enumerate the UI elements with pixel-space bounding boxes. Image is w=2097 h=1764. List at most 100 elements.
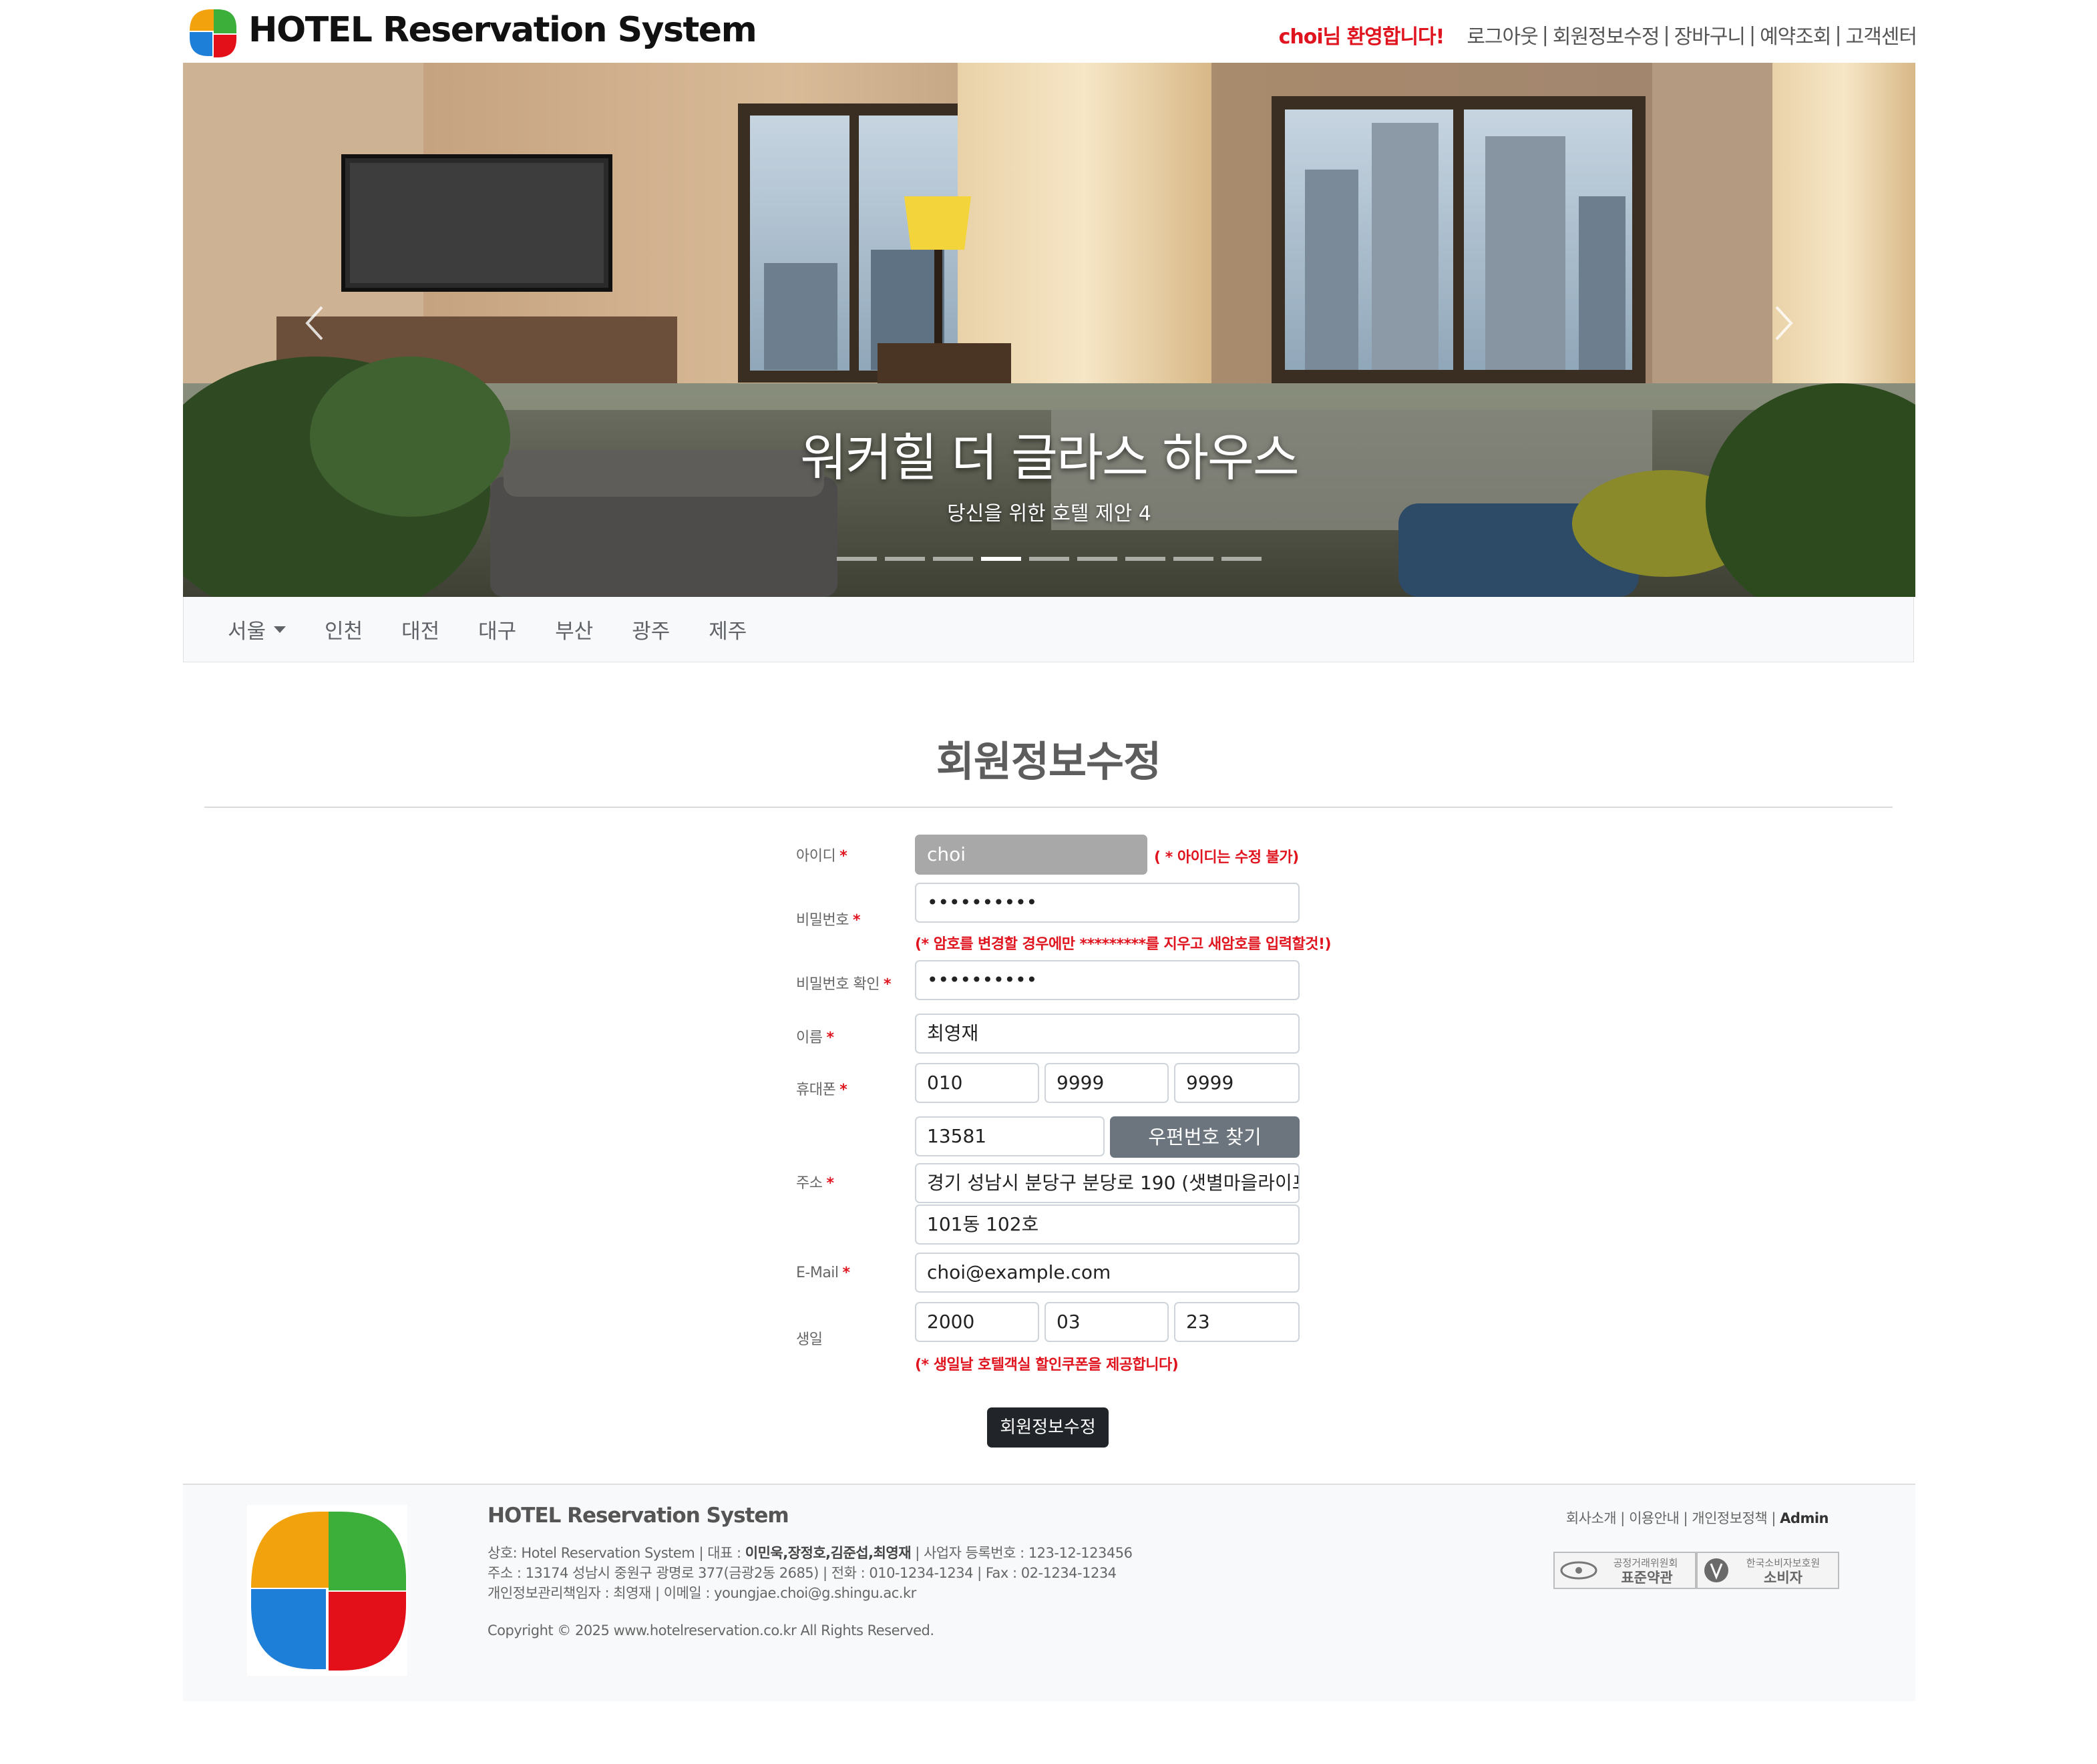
required-mark: * xyxy=(826,1030,834,1046)
customer-center-link[interactable]: 고객센터 xyxy=(1846,20,1917,49)
carousel-indicator[interactable] xyxy=(981,557,1021,561)
id-label: 아이디 * xyxy=(796,844,847,865)
carousel-indicator[interactable] xyxy=(837,557,877,561)
footer-copyright: Copyright © 2025 www.hotelreservation.co… xyxy=(488,1622,934,1638)
name-field[interactable]: 최영재 xyxy=(915,1014,1300,1054)
separator: | xyxy=(1683,1510,1692,1526)
address-label: 주소 * xyxy=(796,1171,834,1192)
zipcode-field[interactable]: 13581 xyxy=(915,1116,1105,1156)
city-menu-daegu[interactable]: 대구 xyxy=(478,614,516,644)
city-menu-jeju[interactable]: 제주 xyxy=(709,614,747,644)
badge-fairtrade-top: 공정거래위원회 xyxy=(1613,1557,1678,1569)
city-label: 서울 xyxy=(228,620,266,644)
city-menu-seoul[interactable]: 서울 xyxy=(228,614,287,644)
carousel-indicator[interactable] xyxy=(1125,557,1165,561)
address-detail-field[interactable]: 101동 102호 xyxy=(915,1204,1300,1245)
id-note: ( * 아이디는 수정 불가) xyxy=(1154,849,1299,866)
reservation-lookup-link[interactable]: 예약조회 xyxy=(1760,20,1831,49)
phone-label: 휴대폰 * xyxy=(796,1078,847,1099)
site-title[interactable]: HOTEL Reservation System xyxy=(248,7,757,53)
badge-fairtrade-bottom: 표준약관 xyxy=(1621,1570,1672,1586)
site-logo[interactable] xyxy=(184,4,242,61)
footer-privacy-officer: 개인정보관리책임자 : 최영재 | 이메일 : youngjae.choi@g.… xyxy=(488,1585,916,1601)
find-zipcode-button[interactable]: 우편번호 찾기 xyxy=(1110,1116,1300,1158)
carousel-indicator[interactable] xyxy=(1173,557,1213,561)
city-navbar: 서울 인천 대전 대구 부산 광주 제주 xyxy=(183,597,1914,662)
footer-business-info: 상호: Hotel Reservation System | 대표 : 이민욱,… xyxy=(488,1542,1133,1562)
privacy-policy-link[interactable]: 개인정보정책 xyxy=(1692,1510,1767,1526)
label-text: 비밀번호 xyxy=(796,912,849,929)
admin-link[interactable]: Admin xyxy=(1780,1510,1829,1526)
label-text: 주소 xyxy=(796,1175,823,1192)
usage-guide-link[interactable]: 이용안내 xyxy=(1629,1510,1680,1526)
welcome-message: choi님 환영합니다! xyxy=(1278,25,1445,49)
password-confirm-field[interactable]: •••••••••• xyxy=(915,960,1300,1000)
page-title: 회원정보수정 xyxy=(936,737,1161,786)
carousel-indicator[interactable] xyxy=(885,557,925,561)
separator: | xyxy=(1835,23,1842,47)
password-label: 비밀번호 * xyxy=(796,908,860,929)
top-navigation: choi님 환영합니다! 로그아웃 | 회원정보수정 | 장바구니 | 예약조회… xyxy=(1279,20,1917,49)
password-confirm-label: 비밀번호 확인 * xyxy=(796,972,891,994)
required-mark: * xyxy=(826,1175,834,1192)
cart-link[interactable]: 장바구니 xyxy=(1674,20,1746,49)
carousel-indicator[interactable] xyxy=(933,557,973,561)
separator: | xyxy=(1771,1510,1780,1526)
company-intro-link[interactable]: 회사소개 xyxy=(1566,1510,1617,1526)
carousel-next-icon[interactable] xyxy=(1770,303,1796,343)
birth-day-field[interactable]: 23 xyxy=(1174,1302,1300,1342)
footer-representatives: 이민욱,장정호,김준섭,최영재 xyxy=(745,1545,912,1561)
email-label: E-Mail * xyxy=(796,1265,850,1281)
birthday-note: (* 생일날 호텔객실 할인쿠폰을 제공합니다) xyxy=(915,1357,1179,1373)
separator: | xyxy=(1663,23,1670,47)
id-field: choi xyxy=(915,835,1147,875)
separator: | xyxy=(1541,23,1549,47)
city-menu-gwangju[interactable]: 광주 xyxy=(632,614,670,644)
edit-profile-link[interactable]: 회원정보수정 xyxy=(1553,20,1660,49)
separator: | xyxy=(1748,23,1756,47)
carousel-indicator[interactable] xyxy=(1029,557,1069,561)
label-text: 비밀번호 확인 xyxy=(796,976,880,993)
carousel-prev-icon[interactable] xyxy=(302,303,329,343)
separator: | xyxy=(1620,1510,1630,1526)
name-label: 이름 * xyxy=(796,1026,834,1047)
carousel-indicator[interactable] xyxy=(1077,557,1117,561)
certification-badges: 공정거래위원회 표준약관 한국소비자보호원 소비자 xyxy=(1553,1552,1839,1589)
caret-down-icon xyxy=(274,626,287,633)
logout-link[interactable]: 로그아웃 xyxy=(1467,20,1538,49)
birth-month-field[interactable]: 03 xyxy=(1044,1302,1169,1342)
footer-links: 회사소개 | 이용안내 | 개인정보정책 | Admin xyxy=(1566,1508,1829,1528)
required-mark: * xyxy=(883,976,892,993)
footer-logo xyxy=(247,1505,407,1676)
hero-title: 워커힐 더 글라스 하우스 xyxy=(800,428,1300,487)
footer-text: | 사업자 등록번호 : 123-12-123456 xyxy=(911,1545,1133,1561)
hero-subtitle: 당신을 위한 호텔 제안 4 xyxy=(947,502,1151,525)
footer-company-name: HOTEL Reservation System xyxy=(488,1504,789,1528)
label-text: 휴대폰 xyxy=(796,1082,836,1098)
city-menu-busan[interactable]: 부산 xyxy=(555,614,593,644)
phone-middle-field[interactable]: 9999 xyxy=(1044,1063,1169,1103)
divider xyxy=(204,807,1893,808)
hero-carousel: 워커힐 더 글라스 하우스 당신을 위한 호텔 제안 4 xyxy=(183,63,1915,597)
phone-last-field[interactable]: 9999 xyxy=(1174,1063,1300,1103)
email-field[interactable]: choi@example.com xyxy=(915,1253,1300,1293)
city-menu-daejeon[interactable]: 대전 xyxy=(401,614,439,644)
carousel-indicator[interactable] xyxy=(1221,557,1262,561)
badge-consumer-bottom: 소비자 xyxy=(1764,1570,1803,1586)
phone-first-field[interactable]: 010 xyxy=(915,1063,1039,1103)
submit-button[interactable]: 회원정보수정 xyxy=(987,1407,1109,1448)
badge-consumer-top: 한국소비자보호원 xyxy=(1746,1557,1820,1569)
label-text: 아이디 xyxy=(796,848,836,865)
required-mark: * xyxy=(852,912,861,929)
birthday-label: 생일 xyxy=(796,1331,823,1348)
footer-text: 상호: Hotel Reservation System | 대표 : xyxy=(488,1545,745,1561)
required-mark: * xyxy=(839,848,847,865)
city-menu-incheon[interactable]: 인천 xyxy=(325,614,363,644)
footer-address: 주소 : 13174 성남시 중원구 광명로 377(금광2동 2685) | … xyxy=(488,1565,1117,1581)
label-text: E-Mail xyxy=(796,1265,839,1281)
password-note: (* 암호를 변경할 경우에만 *********를 지우고 새암호를 입력할것… xyxy=(915,936,1332,953)
address-field[interactable]: 경기 성남시 분당구 분당로 190 (샛별마을라이프아파트) xyxy=(915,1163,1300,1203)
password-field[interactable]: •••••••••• xyxy=(915,883,1300,923)
birth-year-field[interactable]: 2000 xyxy=(915,1302,1039,1342)
label-text: 이름 xyxy=(796,1030,823,1046)
